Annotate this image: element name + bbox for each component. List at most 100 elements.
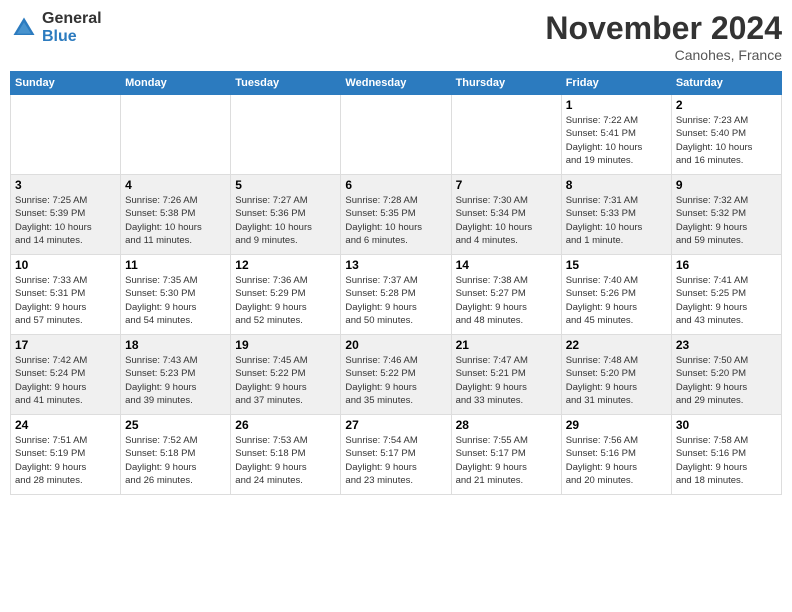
calendar-cell — [341, 95, 451, 175]
weekday-header-row: SundayMondayTuesdayWednesdayThursdayFrid… — [11, 72, 782, 95]
day-info: Sunrise: 7:43 AM Sunset: 5:23 PM Dayligh… — [125, 354, 226, 407]
calendar-body: 1 Sunrise: 7:22 AM Sunset: 5:41 PM Daylig… — [11, 95, 782, 495]
calendar-cell: 16 Sunrise: 7:41 AM Sunset: 5:25 PM Dayli… — [671, 255, 781, 335]
day-info: Sunrise: 7:53 AM Sunset: 5:18 PM Dayligh… — [235, 434, 336, 487]
day-number: 12 — [235, 258, 336, 272]
calendar-week-row: 10Sunrise: 7:33 AM Sunset: 5:31 PM Dayli… — [11, 255, 782, 335]
title-block: November 2024 Canohes, France — [545, 10, 782, 63]
day-number: 17 — [15, 338, 116, 352]
day-info: Sunrise: 7:51 AM Sunset: 5:19 PM Dayligh… — [15, 434, 116, 487]
calendar-table: SundayMondayTuesdayWednesdayThursdayFrid… — [10, 71, 782, 495]
calendar-week-row: 3 Sunrise: 7:25 AM Sunset: 5:39 PM Daylig… — [11, 175, 782, 255]
page-header: General Blue November 2024 Canohes, Fran… — [10, 10, 782, 63]
day-info: Sunrise: 7:47 AM Sunset: 5:21 PM Dayligh… — [456, 354, 557, 407]
calendar-cell: 21Sunrise: 7:47 AM Sunset: 5:21 PM Dayli… — [451, 335, 561, 415]
weekday-header-monday: Monday — [121, 72, 231, 95]
day-number: 7 — [456, 178, 557, 192]
day-number: 23 — [676, 338, 777, 352]
weekday-header-wednesday: Wednesday — [341, 72, 451, 95]
day-number: 16 — [676, 258, 777, 272]
calendar-cell: 10Sunrise: 7:33 AM Sunset: 5:31 PM Dayli… — [11, 255, 121, 335]
calendar-week-row: 17Sunrise: 7:42 AM Sunset: 5:24 PM Dayli… — [11, 335, 782, 415]
day-info: Sunrise: 7:28 AM Sunset: 5:35 PM Dayligh… — [345, 194, 446, 247]
day-number: 1 — [566, 98, 667, 112]
day-number: 26 — [235, 418, 336, 432]
calendar-cell: 5 Sunrise: 7:27 AM Sunset: 5:36 PM Daylig… — [231, 175, 341, 255]
weekday-header-friday: Friday — [561, 72, 671, 95]
calendar-cell — [451, 95, 561, 175]
calendar-cell — [231, 95, 341, 175]
calendar-week-row: 24 Sunrise: 7:51 AM Sunset: 5:19 PM Dayli… — [11, 415, 782, 495]
day-info: Sunrise: 7:35 AM Sunset: 5:30 PM Dayligh… — [125, 274, 226, 327]
day-number: 19 — [235, 338, 336, 352]
calendar-cell — [121, 95, 231, 175]
day-number: 28 — [456, 418, 557, 432]
calendar-cell: 25 Sunrise: 7:52 AM Sunset: 5:18 PM Dayli… — [121, 415, 231, 495]
logo-icon — [10, 14, 38, 42]
day-info: Sunrise: 7:40 AM Sunset: 5:26 PM Dayligh… — [566, 274, 667, 327]
day-info: Sunrise: 7:27 AM Sunset: 5:36 PM Dayligh… — [235, 194, 336, 247]
calendar-cell: 11 Sunrise: 7:35 AM Sunset: 5:30 PM Dayli… — [121, 255, 231, 335]
weekday-header-thursday: Thursday — [451, 72, 561, 95]
day-number: 11 — [125, 258, 226, 272]
day-info: Sunrise: 7:52 AM Sunset: 5:18 PM Dayligh… — [125, 434, 226, 487]
day-number: 27 — [345, 418, 446, 432]
calendar-header: SundayMondayTuesdayWednesdayThursdayFrid… — [11, 72, 782, 95]
location: Canohes, France — [545, 47, 782, 63]
calendar-cell: 13 Sunrise: 7:37 AM Sunset: 5:28 PM Dayli… — [341, 255, 451, 335]
calendar-cell: 12Sunrise: 7:36 AM Sunset: 5:29 PM Dayli… — [231, 255, 341, 335]
weekday-header-tuesday: Tuesday — [231, 72, 341, 95]
calendar-cell: 9Sunrise: 7:32 AM Sunset: 5:32 PM Daylig… — [671, 175, 781, 255]
day-number: 3 — [15, 178, 116, 192]
day-number: 5 — [235, 178, 336, 192]
day-info: Sunrise: 7:48 AM Sunset: 5:20 PM Dayligh… — [566, 354, 667, 407]
weekday-header-saturday: Saturday — [671, 72, 781, 95]
logo: General Blue — [10, 10, 102, 46]
calendar-cell: 6Sunrise: 7:28 AM Sunset: 5:35 PM Daylig… — [341, 175, 451, 255]
day-number: 29 — [566, 418, 667, 432]
calendar-cell: 27 Sunrise: 7:54 AM Sunset: 5:17 PM Dayli… — [341, 415, 451, 495]
calendar-cell: 23 Sunrise: 7:50 AM Sunset: 5:20 PM Dayli… — [671, 335, 781, 415]
calendar-cell: 17Sunrise: 7:42 AM Sunset: 5:24 PM Dayli… — [11, 335, 121, 415]
calendar-cell: 26 Sunrise: 7:53 AM Sunset: 5:18 PM Dayli… — [231, 415, 341, 495]
calendar-cell: 18Sunrise: 7:43 AM Sunset: 5:23 PM Dayli… — [121, 335, 231, 415]
day-number: 13 — [345, 258, 446, 272]
calendar-cell: 15 Sunrise: 7:40 AM Sunset: 5:26 PM Dayli… — [561, 255, 671, 335]
calendar-cell — [11, 95, 121, 175]
weekday-header-sunday: Sunday — [11, 72, 121, 95]
day-number: 25 — [125, 418, 226, 432]
day-info: Sunrise: 7:33 AM Sunset: 5:31 PM Dayligh… — [15, 274, 116, 327]
calendar-week-row: 1 Sunrise: 7:22 AM Sunset: 5:41 PM Daylig… — [11, 95, 782, 175]
logo-text: General Blue — [42, 10, 102, 46]
day-number: 14 — [456, 258, 557, 272]
day-number: 30 — [676, 418, 777, 432]
day-info: Sunrise: 7:50 AM Sunset: 5:20 PM Dayligh… — [676, 354, 777, 407]
calendar-cell: 29Sunrise: 7:56 AM Sunset: 5:16 PM Dayli… — [561, 415, 671, 495]
day-info: Sunrise: 7:26 AM Sunset: 5:38 PM Dayligh… — [125, 194, 226, 247]
day-number: 2 — [676, 98, 777, 112]
day-info: Sunrise: 7:38 AM Sunset: 5:27 PM Dayligh… — [456, 274, 557, 327]
day-number: 22 — [566, 338, 667, 352]
calendar-cell: 30Sunrise: 7:58 AM Sunset: 5:16 PM Dayli… — [671, 415, 781, 495]
day-info: Sunrise: 7:37 AM Sunset: 5:28 PM Dayligh… — [345, 274, 446, 327]
calendar-cell: 28Sunrise: 7:55 AM Sunset: 5:17 PM Dayli… — [451, 415, 561, 495]
day-info: Sunrise: 7:41 AM Sunset: 5:25 PM Dayligh… — [676, 274, 777, 327]
day-number: 4 — [125, 178, 226, 192]
calendar-cell: 14 Sunrise: 7:38 AM Sunset: 5:27 PM Dayli… — [451, 255, 561, 335]
day-info: Sunrise: 7:46 AM Sunset: 5:22 PM Dayligh… — [345, 354, 446, 407]
calendar-cell: 8 Sunrise: 7:31 AM Sunset: 5:33 PM Daylig… — [561, 175, 671, 255]
calendar-cell: 3 Sunrise: 7:25 AM Sunset: 5:39 PM Daylig… — [11, 175, 121, 255]
day-info: Sunrise: 7:54 AM Sunset: 5:17 PM Dayligh… — [345, 434, 446, 487]
day-info: Sunrise: 7:31 AM Sunset: 5:33 PM Dayligh… — [566, 194, 667, 247]
calendar-cell: 24 Sunrise: 7:51 AM Sunset: 5:19 PM Dayli… — [11, 415, 121, 495]
calendar-cell: 19Sunrise: 7:45 AM Sunset: 5:22 PM Dayli… — [231, 335, 341, 415]
day-number: 15 — [566, 258, 667, 272]
day-info: Sunrise: 7:30 AM Sunset: 5:34 PM Dayligh… — [456, 194, 557, 247]
day-number: 8 — [566, 178, 667, 192]
day-info: Sunrise: 7:32 AM Sunset: 5:32 PM Dayligh… — [676, 194, 777, 247]
day-number: 20 — [345, 338, 446, 352]
calendar-cell: 22 Sunrise: 7:48 AM Sunset: 5:20 PM Dayli… — [561, 335, 671, 415]
day-number: 24 — [15, 418, 116, 432]
day-info: Sunrise: 7:25 AM Sunset: 5:39 PM Dayligh… — [15, 194, 116, 247]
day-info: Sunrise: 7:22 AM Sunset: 5:41 PM Dayligh… — [566, 114, 667, 167]
